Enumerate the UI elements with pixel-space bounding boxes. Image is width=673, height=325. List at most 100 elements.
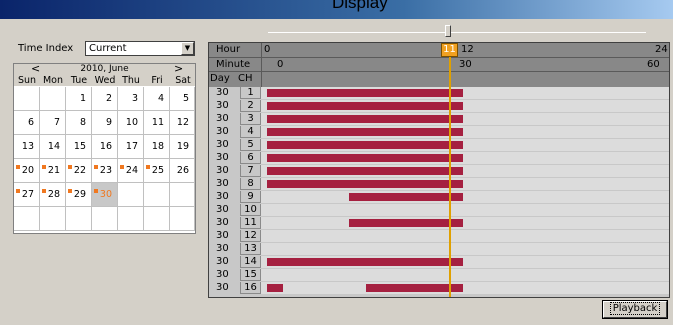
recording-segment[interactable] (267, 180, 463, 188)
calendar-day[interactable]: 6 (14, 111, 40, 135)
recording-segment[interactable] (349, 219, 463, 227)
calendar-day[interactable]: 12 (170, 111, 195, 135)
calendar-day[interactable]: 10 (118, 111, 144, 135)
calendar-day[interactable]: 7 (40, 111, 66, 135)
recording-segment[interactable] (267, 102, 463, 110)
channel-track[interactable] (261, 230, 669, 242)
channel-track[interactable] (261, 87, 669, 99)
calendar-day-number: 12 (176, 117, 189, 128)
channel-row[interactable]: 30 14 (209, 256, 669, 268)
calendar-day-number: 30 (99, 189, 112, 200)
time-index-select[interactable]: Current ▼ (85, 41, 195, 56)
calendar-day[interactable]: 5 (170, 87, 195, 111)
hour-tick-24: 24 (655, 44, 668, 55)
channel-track[interactable] (261, 282, 669, 294)
channel-track[interactable] (261, 178, 669, 190)
channel-row[interactable]: 30 2 (209, 100, 669, 112)
row-channel: 5 (241, 139, 261, 151)
calendar-day[interactable]: 24 (118, 159, 144, 183)
channel-track[interactable] (261, 243, 669, 255)
calendar-day[interactable]: 30 (92, 183, 118, 207)
weekday-label: Tue (70, 75, 88, 86)
channel-row[interactable]: 30 15 (209, 269, 669, 281)
channel-row[interactable]: 30 9 (209, 191, 669, 203)
calendar-day[interactable]: 9 (92, 111, 118, 135)
channel-track[interactable] (261, 100, 669, 112)
channel-row[interactable]: 30 7 (209, 165, 669, 177)
calendar-day[interactable]: 19 (170, 135, 195, 159)
calendar-day[interactable]: 26 (170, 159, 195, 183)
calendar-day[interactable]: 23 (92, 159, 118, 183)
recording-segment[interactable] (267, 258, 463, 266)
time-index-label: Time Index (18, 43, 74, 54)
playback-button[interactable]: Playback (603, 301, 667, 318)
row-day: 30 (209, 126, 241, 138)
channel-row[interactable]: 30 11 (209, 217, 669, 229)
recording-segment[interactable] (267, 167, 463, 175)
calendar-month-label: 2010, June (80, 64, 129, 74)
calendar-day[interactable]: 20 (14, 159, 40, 183)
recording-marker (16, 189, 20, 193)
calendar-day[interactable]: 25 (144, 159, 170, 183)
calendar-day[interactable]: 21 (40, 159, 66, 183)
row-day: 30 (209, 191, 241, 203)
channel-track[interactable] (261, 165, 669, 177)
calendar-day[interactable]: 28 (40, 183, 66, 207)
channel-track[interactable] (261, 152, 669, 164)
row-channel: 11 (241, 217, 261, 229)
calendar-empty-cell (66, 207, 92, 231)
channel-track[interactable] (261, 204, 669, 216)
recording-segment[interactable] (267, 115, 463, 123)
recording-segment[interactable] (267, 154, 463, 162)
channel-row[interactable]: 30 5 (209, 139, 669, 151)
channel-track[interactable] (261, 191, 669, 203)
calendar-day[interactable]: 1 (66, 87, 92, 111)
row-day: 30 (209, 230, 241, 242)
recording-segment[interactable] (349, 193, 463, 201)
calendar-day-number: 23 (99, 165, 112, 176)
calendar-day[interactable]: 16 (92, 135, 118, 159)
calendar-day[interactable]: 27 (14, 183, 40, 207)
calendar-day[interactable]: 29 (66, 183, 92, 207)
calendar-day[interactable]: 14 (40, 135, 66, 159)
calendar-day[interactable]: 11 (144, 111, 170, 135)
recording-marker (16, 165, 20, 169)
channel-track[interactable] (261, 139, 669, 151)
timeline-cursor[interactable] (449, 57, 451, 297)
calendar-day[interactable]: 18 (144, 135, 170, 159)
time-slider-thumb[interactable] (445, 25, 451, 37)
recording-segment[interactable] (267, 89, 463, 97)
channel-track[interactable] (261, 217, 669, 229)
calendar-day[interactable]: 13 (14, 135, 40, 159)
channel-row[interactable]: 30 10 (209, 204, 669, 216)
channel-row[interactable]: 30 1 (209, 87, 669, 99)
channel-row[interactable]: 30 16 (209, 282, 669, 294)
calendar-day[interactable]: 4 (144, 87, 170, 111)
calendar-empty-cell (144, 183, 170, 207)
channel-track[interactable] (261, 269, 669, 281)
channel-row[interactable]: 30 8 (209, 178, 669, 190)
prev-month-button[interactable]: < (31, 62, 40, 75)
channel-row[interactable]: 30 3 (209, 113, 669, 125)
recording-segment[interactable] (267, 284, 283, 292)
current-hour-marker[interactable]: 11 (441, 43, 458, 57)
chevron-down-icon[interactable]: ▼ (181, 42, 194, 55)
next-month-button[interactable]: > (174, 62, 183, 75)
channel-row[interactable]: 30 13 (209, 243, 669, 255)
calendar-day[interactable]: 15 (66, 135, 92, 159)
recording-segment[interactable] (267, 128, 463, 136)
channel-row[interactable]: 30 6 (209, 152, 669, 164)
calendar-day[interactable]: 22 (66, 159, 92, 183)
row-day: 30 (209, 204, 241, 216)
calendar-day[interactable]: 3 (118, 87, 144, 111)
calendar-day[interactable]: 8 (66, 111, 92, 135)
channel-track[interactable] (261, 126, 669, 138)
channel-row[interactable]: 30 4 (209, 126, 669, 138)
calendar-day[interactable]: 17 (118, 135, 144, 159)
channel-row[interactable]: 30 12 (209, 230, 669, 242)
calendar-day[interactable]: 2 (92, 87, 118, 111)
recording-segment[interactable] (267, 141, 463, 149)
channel-track[interactable] (261, 256, 669, 268)
channel-track[interactable] (261, 113, 669, 125)
time-slider-track[interactable] (268, 32, 646, 33)
